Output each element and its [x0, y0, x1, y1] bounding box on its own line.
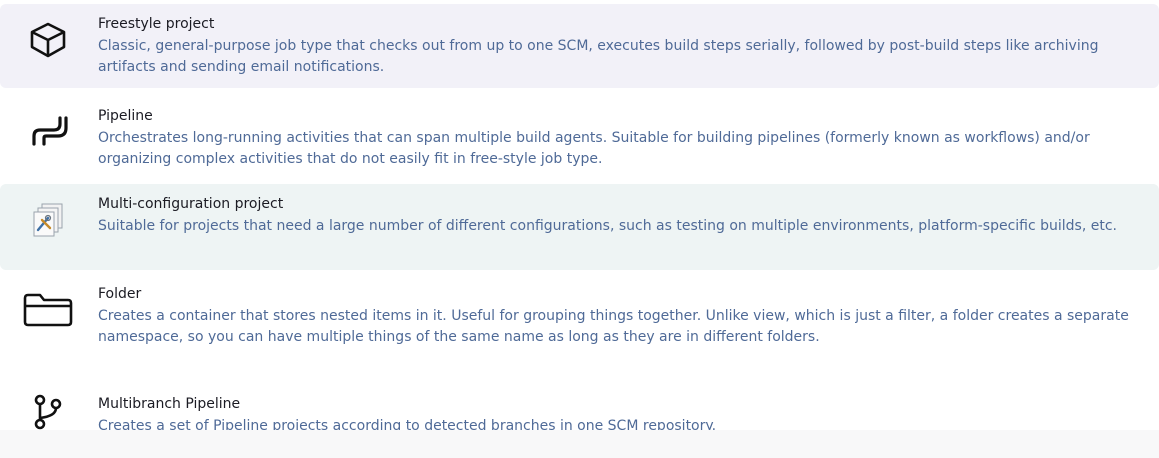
item-type-description: Suitable for projects that need a large … — [98, 218, 1117, 234]
list-footer — [0, 430, 1159, 458]
item-type-pipeline[interactable]: Pipeline Orchestrates long-running activ… — [0, 96, 1159, 178]
pipeline-icon — [22, 112, 74, 152]
item-type-title: Multibranch Pipeline — [98, 396, 241, 412]
freestyle-cube-icon — [22, 20, 74, 60]
item-type-title: Multi-configuration project — [98, 196, 284, 212]
item-type-freestyle[interactable]: Freestyle project Classic, general-purpo… — [0, 4, 1159, 88]
item-type-description: Orchestrates long-running activities tha… — [98, 130, 1090, 167]
item-type-description: Classic, general-purpose job type that c… — [98, 38, 1099, 75]
item-type-title: Folder — [98, 286, 142, 302]
item-type-multi-configuration[interactable]: Multi-configuration project Suitable for… — [0, 184, 1159, 270]
multi-config-icon — [22, 200, 74, 240]
item-type-description: Creates a container that stores nested i… — [98, 308, 1129, 345]
item-type-multibranch-pipeline[interactable]: Multibranch Pipeline Creates a set of Pi… — [0, 384, 1159, 434]
branch-icon — [22, 392, 74, 432]
item-type-list: Freestyle project Classic, general-purpo… — [0, 0, 1159, 458]
item-type-folder[interactable]: Folder Creates a container that stores n… — [0, 274, 1159, 378]
item-type-title: Freestyle project — [98, 16, 215, 32]
item-type-title: Pipeline — [98, 108, 153, 124]
folder-icon — [22, 290, 74, 330]
